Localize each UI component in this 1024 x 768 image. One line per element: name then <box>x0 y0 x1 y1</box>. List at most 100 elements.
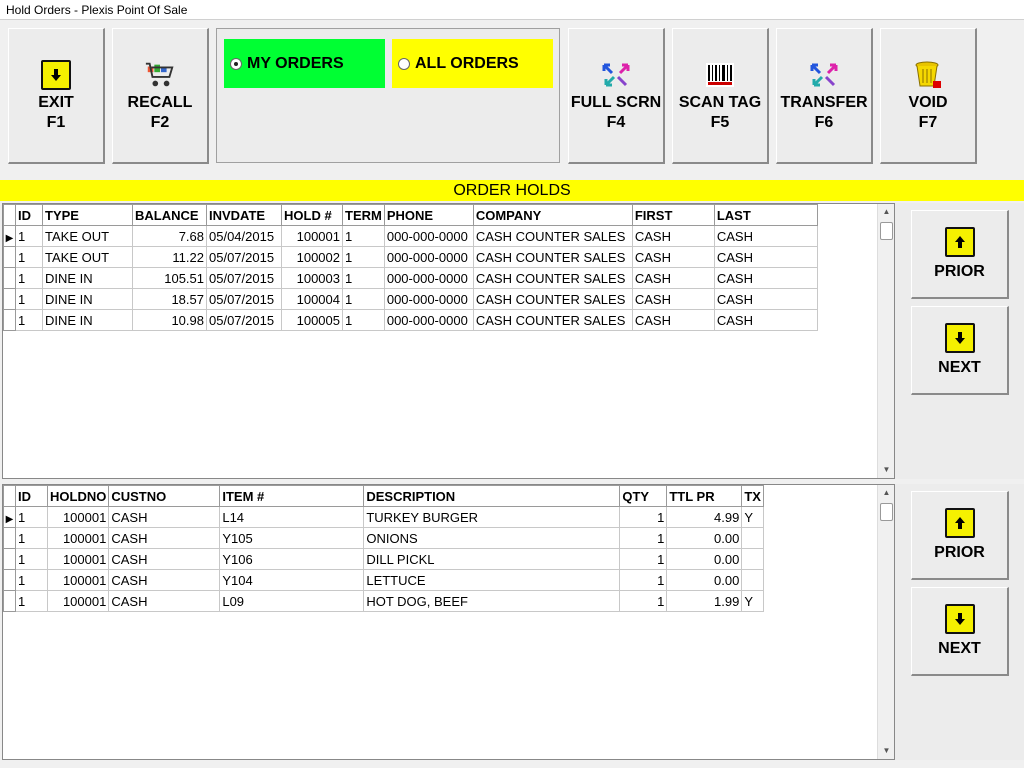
scroll-up-icon[interactable]: ▲ <box>878 485 895 501</box>
table-cell[interactable]: 1 <box>15 246 43 268</box>
current-row-pointer-icon[interactable]: ▶ <box>3 225 16 247</box>
hold-items-grid[interactable]: ID HOLDNO CUSTNO ITEM # DESCRIPTION QTY … <box>2 484 895 760</box>
table-cell[interactable]: CASH <box>713 246 818 268</box>
column-header[interactable]: TX <box>741 485 765 507</box>
column-header[interactable]: BALANCE <box>132 204 207 226</box>
table-cell[interactable]: CASH <box>713 288 818 310</box>
table-cell[interactable]: 000-000-0000 <box>383 246 474 268</box>
table-row[interactable]: 1 100001 CASH Y106 DILL PICKL 1 0.00 <box>3 548 765 570</box>
table-row[interactable]: ▶ 1 TAKE OUT 7.68 05/04/2015 100001 1 000-000-0… <box>3 225 818 247</box>
table-cell[interactable]: CASH COUNTER SALES <box>472 267 633 289</box>
table-cell[interactable] <box>741 569 765 591</box>
table-cell[interactable]: 1 <box>619 506 668 528</box>
table-cell[interactable] <box>741 548 765 570</box>
table-cell[interactable]: LETTUCE <box>363 569 621 591</box>
exit-button[interactable]: EXIT F1 <box>8 28 105 164</box>
column-header[interactable]: CUSTNO <box>108 485 221 507</box>
scroll-down-icon[interactable]: ▼ <box>878 462 895 478</box>
table-cell[interactable]: CASH <box>631 309 715 331</box>
table-cell[interactable]: 0.00 <box>666 527 743 549</box>
row-selector[interactable] <box>3 548 16 570</box>
table-cell[interactable]: 1 <box>15 267 43 289</box>
table-cell[interactable]: 05/07/2015 <box>206 288 282 310</box>
table-cell[interactable]: CASH <box>108 590 221 612</box>
table-cell[interactable]: 05/04/2015 <box>206 225 282 247</box>
table-cell[interactable]: 05/07/2015 <box>206 309 282 331</box>
table-cell[interactable]: CASH <box>108 548 221 570</box>
table-cell[interactable]: 1 <box>619 527 668 549</box>
scroll-thumb[interactable] <box>880 222 893 240</box>
table-cell[interactable]: 1 <box>342 246 385 268</box>
table-cell[interactable]: Y104 <box>219 569 365 591</box>
table-cell[interactable]: CASH <box>631 267 715 289</box>
column-header[interactable]: LAST <box>713 204 818 226</box>
row-selector[interactable] <box>3 527 16 549</box>
table-cell[interactable]: 1 <box>619 590 668 612</box>
table-cell[interactable]: 1 <box>15 225 43 247</box>
column-header[interactable]: DESCRIPTION <box>363 485 621 507</box>
table-cell[interactable]: CASH COUNTER SALES <box>472 309 633 331</box>
row-selector[interactable] <box>3 267 16 289</box>
table-cell[interactable]: DINE IN <box>42 309 133 331</box>
table-cell[interactable]: 1 <box>619 569 668 591</box>
table-cell[interactable]: 1 <box>342 225 385 247</box>
column-header[interactable]: TTL PR <box>666 485 743 507</box>
column-header[interactable]: INVDATE <box>206 204 282 226</box>
scroll-down-icon[interactable]: ▼ <box>878 743 895 759</box>
table-cell[interactable]: 10.98 <box>132 309 207 331</box>
column-header[interactable]: PHONE <box>383 204 474 226</box>
table-cell[interactable]: 4.99 <box>666 506 743 528</box>
table-row[interactable]: ▶ 1 100001 CASH L14 TURKEY BURGER 1 4.99 Y <box>3 506 765 528</box>
void-button[interactable]: VOID F7 <box>880 28 977 164</box>
table-cell[interactable]: 100001 <box>46 548 110 570</box>
table-cell[interactable]: 11.22 <box>132 246 207 268</box>
table-cell[interactable]: 1 <box>15 548 48 570</box>
column-header[interactable]: ID <box>15 204 43 226</box>
table-cell[interactable]: CASH COUNTER SALES <box>472 288 633 310</box>
column-header[interactable]: QTY <box>619 485 668 507</box>
table-cell[interactable]: DINE IN <box>42 267 133 289</box>
table-cell[interactable]: 100002 <box>281 246 343 268</box>
table-cell[interactable]: 105.51 <box>132 267 207 289</box>
table-cell[interactable]: 100001 <box>46 569 110 591</box>
table-cell[interactable]: DINE IN <box>42 288 133 310</box>
table-cell[interactable]: 000-000-0000 <box>383 225 474 247</box>
table-row[interactable]: 1 TAKE OUT 11.22 05/07/2015 100002 1 000-000-0… <box>3 246 818 268</box>
table-row[interactable]: 1 DINE IN 105.51 05/07/2015 100003 1 000-000-0… <box>3 267 818 289</box>
row-selector[interactable] <box>3 309 16 331</box>
table-cell[interactable]: HOT DOG, BEEF <box>363 590 621 612</box>
row-selector[interactable] <box>3 246 16 268</box>
scroll-thumb[interactable] <box>880 503 893 521</box>
table-cell[interactable]: 1 <box>15 527 48 549</box>
full-screen-button[interactable]: FULL SCRN F4 <box>568 28 665 164</box>
table-cell[interactable]: Y <box>741 506 765 528</box>
table-cell[interactable]: CASH <box>713 309 818 331</box>
table-cell[interactable]: CASH <box>631 225 715 247</box>
table-row[interactable]: 1 DINE IN 18.57 05/07/2015 100004 1 000-000-00… <box>3 288 818 310</box>
table-cell[interactable]: L09 <box>219 590 365 612</box>
table-cell[interactable]: 05/07/2015 <box>206 246 282 268</box>
table-cell[interactable]: ONIONS <box>363 527 621 549</box>
table-cell[interactable]: CASH COUNTER SALES <box>472 225 633 247</box>
table-cell[interactable]: 100003 <box>281 267 343 289</box>
table-cell[interactable]: 05/07/2015 <box>206 267 282 289</box>
scan-tag-button[interactable]: SCAN TAG F5 <box>672 28 769 164</box>
table-cell[interactable]: 1 <box>342 288 385 310</box>
column-header[interactable]: ITEM # <box>219 485 365 507</box>
table-cell[interactable]: Y105 <box>219 527 365 549</box>
scroll-up-icon[interactable]: ▲ <box>878 204 895 220</box>
current-row-pointer-icon[interactable]: ▶ <box>3 506 16 528</box>
column-header[interactable]: HOLD # <box>281 204 343 226</box>
table-cell[interactable]: 100001 <box>281 225 343 247</box>
table-cell[interactable]: 000-000-0000 <box>383 309 474 331</box>
transfer-button[interactable]: TRANSFER F6 <box>776 28 873 164</box>
items-scrollbar[interactable]: ▲ ▼ <box>877 485 894 759</box>
table-cell[interactable]: 1 <box>342 309 385 331</box>
table-cell[interactable]: DILL PICKL <box>363 548 621 570</box>
my-orders-radio[interactable]: MY ORDERS <box>224 39 385 88</box>
order-holds-grid[interactable]: ID TYPE BALANCE INVDATE HOLD # TERM PHON… <box>2 203 895 479</box>
holds-prior-button[interactable]: PRIOR <box>911 210 1009 299</box>
table-cell[interactable]: 000-000-0000 <box>383 267 474 289</box>
table-cell[interactable]: 100001 <box>46 506 110 528</box>
table-cell[interactable]: 0.00 <box>666 569 743 591</box>
